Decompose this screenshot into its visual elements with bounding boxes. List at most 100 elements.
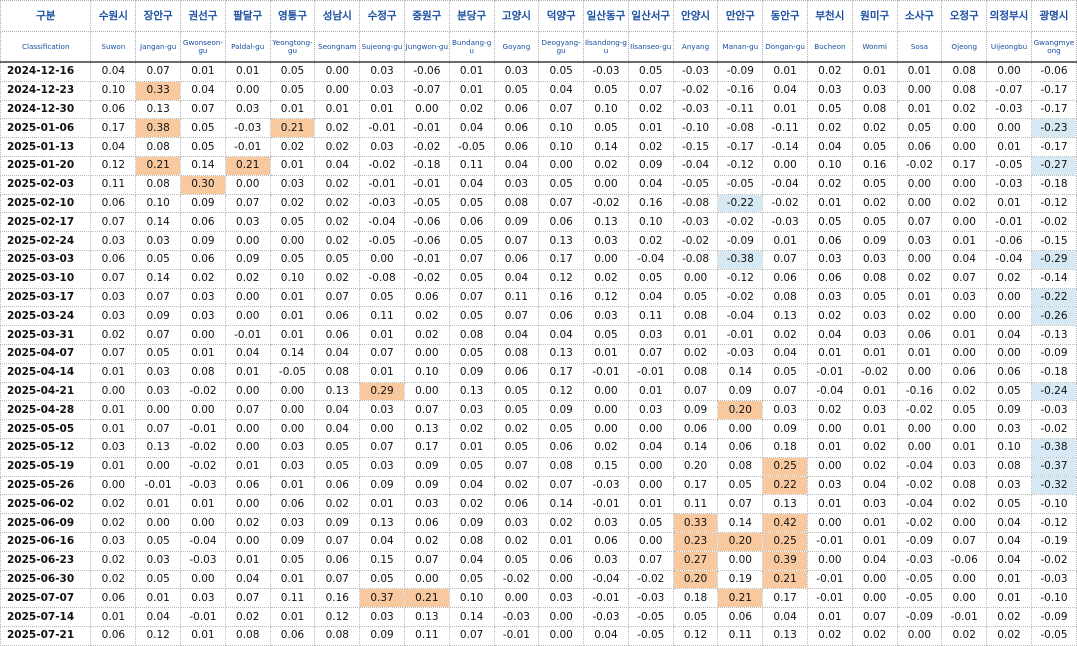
- value-cell: 0.00: [941, 343, 988, 364]
- value-cell: 0.04: [986, 531, 1032, 552]
- row-date: 2025-03-31: [0, 325, 92, 345]
- value-cell: 0.00: [851, 569, 898, 590]
- value-cell: 0.00: [135, 513, 182, 533]
- value-cell: 0.02: [224, 268, 271, 289]
- value-cell: 0.25: [762, 531, 808, 552]
- value-cell: 0.16: [851, 155, 898, 176]
- value-cell: 0.07: [493, 306, 540, 327]
- row-date: 2025-05-05: [0, 419, 92, 439]
- column-header-english: Gwangmyeong: [1030, 31, 1077, 63]
- value-cell: -0.12: [1030, 513, 1077, 533]
- value-cell: 0.02: [851, 193, 898, 214]
- value-cell: -0.10: [672, 118, 719, 139]
- table-row: 2025-02-03 0.11 0.08 0.30 0.00 0.03 0.02 -0.01-…: [0, 174, 1077, 195]
- value-cell: 0.05: [762, 362, 808, 383]
- value-cell: -0.02: [627, 569, 674, 590]
- value-cell: -0.06: [1030, 61, 1077, 82]
- value-cell: 0.01: [627, 494, 674, 515]
- value-cell: -0.01: [180, 607, 226, 627]
- value-cell: 0.02: [493, 531, 540, 552]
- value-cell: 0.03: [583, 231, 629, 251]
- value-cell: 0.03: [269, 456, 316, 477]
- value-cell: 0.08: [180, 362, 226, 383]
- value-cell: -0.02: [403, 268, 450, 289]
- value-cell: 0.06: [314, 550, 361, 571]
- value-cell: 0.00: [896, 249, 943, 270]
- value-cell: -0.08: [717, 118, 764, 139]
- value-cell: 0.01: [359, 494, 405, 515]
- table-row: 2025-06-02 0.02 0.01 0.01 0.00 0.06 0.02 0.01 0.…: [0, 494, 1077, 515]
- value-cell: 0.04: [627, 437, 674, 458]
- value-cell: -0.03: [359, 193, 405, 214]
- value-cell: 0.02: [493, 475, 540, 496]
- value-cell: 0.00: [269, 419, 316, 439]
- value-cell: 0.00: [90, 381, 137, 402]
- value-cell: 0.02: [90, 569, 137, 590]
- value-cell: 0.06: [672, 419, 719, 439]
- value-cell: 0.00: [403, 99, 450, 120]
- value-cell: 0.06: [493, 249, 540, 270]
- value-cell: 0.07: [448, 625, 495, 646]
- value-cell: -0.02: [493, 569, 540, 590]
- value-cell: 0.08: [717, 456, 764, 477]
- value-cell: 0.16: [627, 193, 674, 214]
- column-header-korean: 동안구: [762, 0, 808, 32]
- value-cell: 0.00: [941, 306, 988, 327]
- table-row: 2025-05-19 0.01 0.00 -0.02 0.01 0.03 0.05 0.03 0…: [0, 456, 1077, 477]
- value-cell: 0.01: [269, 607, 316, 627]
- value-cell: 0.04: [493, 268, 540, 289]
- value-cell: 0.13: [762, 625, 808, 646]
- value-cell: -0.02: [762, 193, 808, 214]
- value-cell: 0.01: [986, 588, 1032, 609]
- value-cell: -0.01: [627, 362, 674, 383]
- value-cell: 0.05: [986, 494, 1032, 515]
- value-cell: 0.02: [986, 625, 1032, 646]
- value-cell: 0.01: [851, 513, 898, 533]
- value-cell: 0.07: [224, 193, 271, 214]
- value-cell: 0.03: [806, 475, 853, 496]
- value-cell: 0.33: [135, 80, 182, 101]
- value-cell: 0.06: [314, 475, 361, 496]
- value-cell: 0.06: [90, 249, 137, 270]
- value-cell: 0.12: [90, 155, 137, 176]
- value-cell: -0.16: [717, 80, 764, 101]
- value-cell: 0.22: [762, 475, 808, 496]
- value-cell: 0.04: [851, 550, 898, 571]
- value-cell: 0.25: [762, 456, 808, 477]
- value-cell: 0.01: [135, 494, 182, 515]
- value-cell: 0.09: [986, 400, 1032, 421]
- value-cell: 0.07: [135, 325, 182, 345]
- value-cell: 0.37: [359, 588, 405, 609]
- value-cell: -0.18: [1030, 174, 1077, 195]
- value-cell: 0.13: [314, 381, 361, 402]
- value-cell: -0.01: [359, 174, 405, 195]
- value-cell: 0.00: [627, 419, 674, 439]
- value-cell: 0.09: [627, 155, 674, 176]
- row-date: 2025-04-14: [0, 362, 92, 383]
- value-cell: 0.14: [717, 513, 764, 533]
- value-cell: -0.01: [493, 625, 540, 646]
- value-cell: 0.08: [448, 325, 495, 345]
- value-cell: 0.10: [627, 212, 674, 233]
- value-cell: 0.08: [672, 306, 719, 327]
- value-cell: 0.11: [403, 625, 450, 646]
- value-cell: 0.02: [851, 437, 898, 458]
- column-header-korean: 원미구: [851, 0, 898, 32]
- value-cell: 0.03: [851, 306, 898, 327]
- value-cell: 0.01: [762, 61, 808, 82]
- value-cell: 0.06: [538, 437, 585, 458]
- column-header-english: Dongan-gu: [762, 31, 808, 63]
- value-cell: 0.06: [314, 325, 361, 345]
- value-cell: 0.01: [538, 531, 585, 552]
- value-cell: 0.04: [90, 61, 137, 82]
- value-cell: 0.01: [851, 61, 898, 82]
- value-cell: -0.02: [1030, 212, 1077, 233]
- value-cell: 0.07: [762, 249, 808, 270]
- value-cell: 0.04: [135, 607, 182, 627]
- value-cell: 0.07: [717, 494, 764, 515]
- value-cell: 0.02: [896, 306, 943, 327]
- value-cell: 0.09: [269, 531, 316, 552]
- value-cell: 0.06: [717, 437, 764, 458]
- value-cell: 0.00: [180, 513, 226, 533]
- value-cell: -0.04: [896, 494, 943, 515]
